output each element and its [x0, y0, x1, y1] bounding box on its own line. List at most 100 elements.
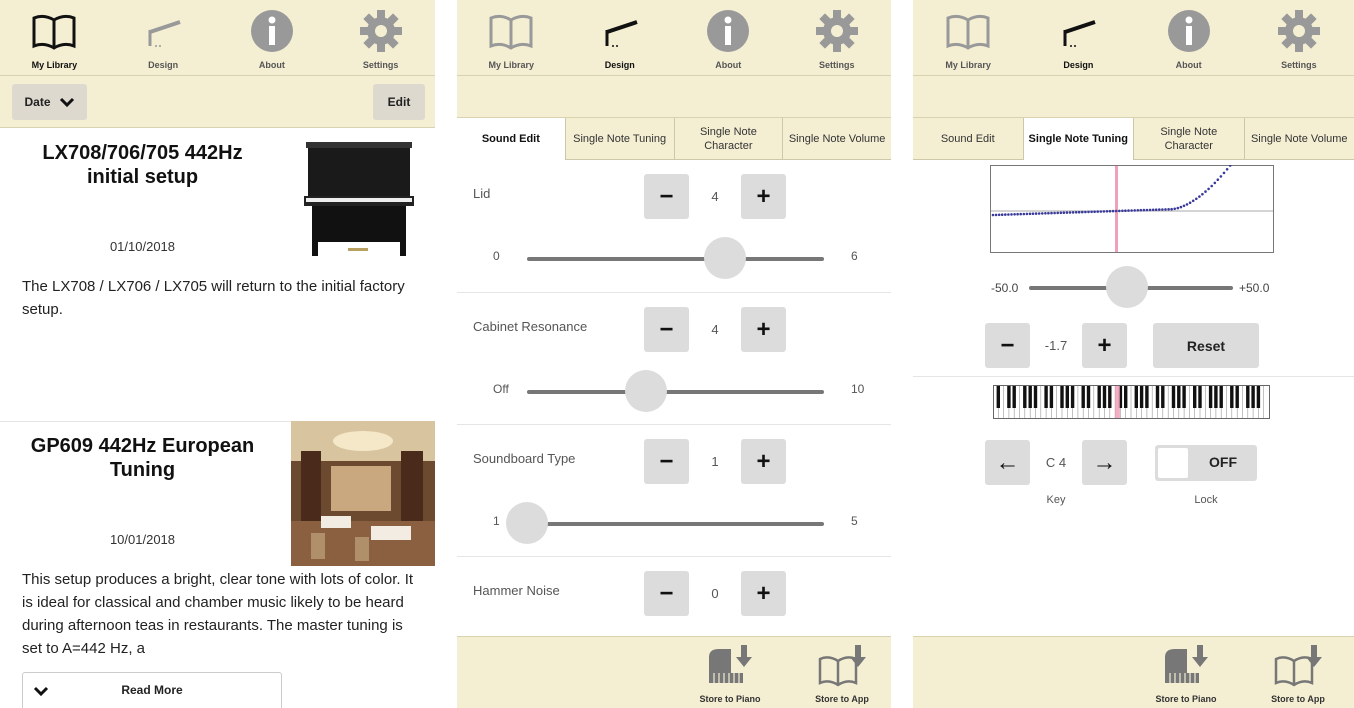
black-key[interactable] [1198, 386, 1202, 408]
nav-about[interactable]: About [1134, 0, 1244, 75]
increment-button[interactable]: + [741, 439, 786, 484]
black-key[interactable] [1086, 386, 1091, 408]
black-key[interactable] [1102, 386, 1107, 408]
nav-my-library[interactable]: My Library [913, 0, 1023, 75]
param-slider[interactable] [527, 237, 824, 279]
slider-thumb[interactable] [506, 502, 548, 544]
black-key[interactable] [1065, 386, 1069, 408]
nav-my-library[interactable]: My Library [0, 0, 109, 75]
nav-label: Design [148, 60, 179, 70]
tab-single-note-tuning[interactable]: Single Note Tuning [564, 118, 674, 160]
store-to-piano-button[interactable]: Store to Piano [685, 643, 775, 704]
black-key[interactable] [996, 386, 1000, 408]
param-value: 4 [711, 322, 719, 337]
black-key[interactable] [1033, 386, 1038, 408]
store-to-piano-button[interactable]: Store to Piano [1141, 643, 1231, 704]
black-key[interactable] [1134, 386, 1138, 408]
tab-single-note-character[interactable]: Single Note Character [673, 118, 783, 160]
black-key[interactable] [1214, 386, 1218, 408]
black-key[interactable] [1208, 386, 1213, 408]
black-key[interactable] [1171, 386, 1176, 408]
black-key[interactable] [1161, 386, 1165, 408]
black-key[interactable] [1256, 386, 1261, 408]
decrement-button[interactable]: − [644, 439, 689, 484]
black-key[interactable] [1007, 386, 1011, 408]
tab-single-note-tuning[interactable]: Single Note Tuning [1022, 118, 1133, 160]
nav-design[interactable]: Design [109, 0, 218, 75]
black-key[interactable] [1108, 386, 1112, 408]
nav-settings[interactable]: Settings [783, 0, 892, 75]
lock-label: Lock [1194, 494, 1218, 506]
edit-button[interactable]: Edit [373, 84, 425, 120]
black-key[interactable] [1246, 386, 1250, 408]
selected-key[interactable] [1115, 386, 1120, 418]
nav-settings[interactable]: Settings [326, 0, 435, 75]
tab-single-note-character[interactable]: Single Note Character [1133, 118, 1244, 160]
black-key[interactable] [1219, 386, 1223, 408]
decrement-button[interactable]: − [644, 174, 689, 219]
store-to-app-label: Store to App [1271, 694, 1325, 704]
black-key[interactable] [1145, 386, 1149, 408]
black-key[interactable] [1139, 386, 1144, 408]
tab-single-note-volume[interactable]: Single Note Volume [1243, 118, 1354, 160]
tab-sound-edit[interactable]: Sound Edit [457, 118, 565, 160]
nav-design[interactable]: Design [566, 0, 675, 75]
black-key[interactable] [1193, 386, 1197, 408]
slider-thumb[interactable] [624, 370, 667, 412]
key-selector: ← C 4 → [985, 440, 1127, 485]
black-key[interactable] [1023, 386, 1027, 408]
black-key[interactable] [1028, 386, 1032, 408]
decrement-button[interactable]: − [985, 323, 1030, 368]
black-key[interactable] [1230, 386, 1234, 408]
black-key[interactable] [1251, 386, 1255, 408]
store-to-app-button[interactable]: Store to App [797, 643, 887, 704]
nav-about[interactable]: About [218, 0, 327, 75]
top-navigation: My Library Design About Settings [457, 0, 891, 76]
increment-button[interactable]: + [741, 571, 786, 616]
lock-toggle[interactable]: OFF [1155, 445, 1257, 481]
decrement-button[interactable]: − [644, 307, 689, 352]
black-key[interactable] [1070, 386, 1075, 408]
increment-button[interactable]: + [1082, 323, 1127, 368]
piano-keyboard[interactable] [993, 385, 1270, 419]
black-key[interactable] [1012, 386, 1016, 408]
black-key[interactable] [1124, 386, 1128, 408]
nav-settings[interactable]: Settings [1244, 0, 1354, 75]
reset-button[interactable]: Reset [1153, 323, 1259, 368]
slider-thumb[interactable] [704, 237, 747, 279]
black-key[interactable] [1049, 386, 1054, 408]
nav-label: My Library [31, 60, 78, 70]
curve-point [1056, 211, 1059, 215]
increment-button[interactable]: + [741, 174, 786, 219]
param-slider[interactable] [506, 502, 824, 544]
tuning-slider[interactable] [1029, 266, 1233, 308]
black-key[interactable] [1177, 386, 1181, 408]
curve-point [1065, 211, 1069, 214]
book-download-icon [1274, 645, 1322, 687]
slider-max-label: 10 [851, 382, 865, 396]
black-key[interactable] [1060, 386, 1064, 408]
black-key[interactable] [1081, 386, 1085, 408]
nav-design[interactable]: Design [1023, 0, 1133, 75]
slider-max-label: 5 [851, 514, 858, 528]
decrement-button[interactable]: − [644, 571, 689, 616]
book-download-icon [818, 645, 866, 687]
store-to-app-button[interactable]: Store to App [1253, 643, 1343, 704]
curve-point [1068, 211, 1072, 214]
slider-thumb[interactable] [1105, 266, 1148, 308]
param-slider[interactable] [527, 370, 824, 412]
black-key[interactable] [1155, 386, 1160, 408]
tab-single-note-volume[interactable]: Single Note Volume [782, 118, 891, 160]
black-key[interactable] [1235, 386, 1239, 408]
previous-key-button[interactable]: ← [985, 440, 1030, 485]
read-more-button[interactable]: Read More [22, 672, 282, 708]
increment-button[interactable]: + [741, 307, 786, 352]
black-key[interactable] [1097, 386, 1101, 408]
black-key[interactable] [1182, 386, 1186, 408]
next-key-button[interactable]: → [1082, 440, 1127, 485]
black-key[interactable] [1044, 386, 1048, 408]
sort-dropdown[interactable]: Date [12, 84, 87, 120]
tab-sound-edit[interactable]: Sound Edit [913, 118, 1023, 160]
nav-my-library[interactable]: My Library [457, 0, 566, 75]
nav-about[interactable]: About [674, 0, 783, 75]
